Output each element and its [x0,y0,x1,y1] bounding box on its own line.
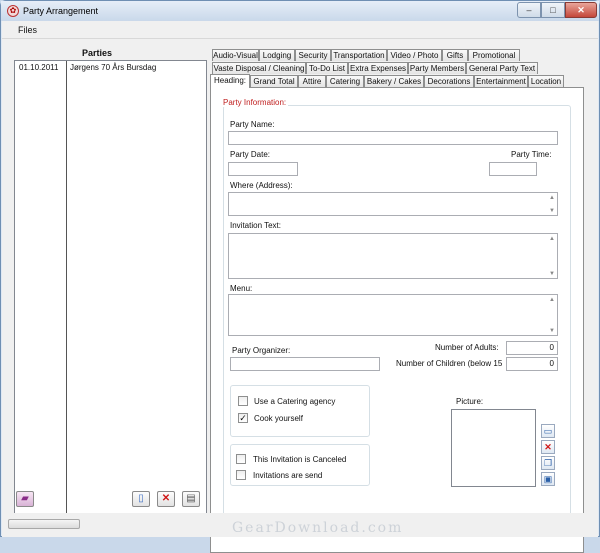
tab-decorations[interactable]: Decorations [424,75,474,87]
menu-files[interactable]: Files [18,25,37,35]
address-scrollbar[interactable]: ▲ ▼ [547,193,557,215]
tab-audio-visual[interactable]: Audio-Visual [212,49,259,61]
minimize-button[interactable]: – [517,2,541,18]
watermark: GearDownload.com [232,520,404,536]
menu-textarea[interactable]: ▲ ▼ [228,294,558,336]
catering-options-group [230,385,370,437]
tab-catering[interactable]: Catering [326,75,364,87]
party-date-label: Party Date: [230,150,271,159]
remove-picture-button[interactable]: ✕ [541,440,555,454]
invitations-sent-checkbox[interactable] [236,470,246,480]
picture-label: Picture: [456,397,484,406]
print-button[interactable]: ▤ [182,491,200,507]
party-row-date: 01.10.2011 [19,63,59,72]
party-row-name: Jørgens 70 Års Bursdag [70,63,157,72]
maximize-button[interactable]: □ [541,2,565,18]
tab-video-photo[interactable]: Video / Photo [387,49,442,61]
catering-agency-checkbox[interactable] [238,396,248,406]
menu-bar: Files [2,21,598,39]
column-separator [66,61,67,518]
new-party-button[interactable]: ▯ [132,491,150,507]
tab-security[interactable]: Security [295,49,331,61]
delete-party-button[interactable]: ✕ [157,491,175,507]
app-icon: ✿ [7,5,19,17]
children-input[interactable]: 0 [506,357,558,371]
paste-icon: ▣ [543,474,553,484]
open-picture-button[interactable]: ▭ [541,424,555,438]
canceled-label: This Invitation is Canceled [253,455,347,464]
checkmark-icon: ✓ [239,413,247,423]
main-window: ✿ Party Arrangement – □ ✕ Files Parties … [0,0,600,553]
new-document-icon: ▯ [138,493,144,504]
tab-general-party-text[interactable]: General Party Text [466,62,538,74]
tab-promotional[interactable]: Promotional [468,49,520,61]
invitation-text-scrollbar[interactable]: ▲ ▼ [547,234,557,278]
invitation-text-textarea[interactable]: ▲ ▼ [228,233,558,279]
children-label: Number of Children (below 15 [396,359,503,368]
canceled-checkbox[interactable] [236,454,246,464]
tab-bakery-cakes[interactable]: Bakery / Cakes [364,75,424,87]
book-icon: ▰ [21,493,29,504]
tab-waste-disposal[interactable]: Vaste Disposal / Cleaning [212,62,306,74]
party-name-label: Party Name: [230,120,275,129]
copy-picture-button[interactable]: ❐ [541,456,555,470]
adults-label: Number of Adults: [435,343,499,352]
title-bar: ✿ Party Arrangement – □ ✕ [1,1,599,21]
delete-x-icon: ✕ [161,493,171,504]
menu-label: Menu: [230,284,253,293]
tab-extra-expenses[interactable]: Extra Expenses [348,62,408,74]
picture-box[interactable] [451,409,536,487]
tab-attire[interactable]: Attire [298,75,326,87]
address-textarea[interactable]: ▲ ▼ [228,192,558,216]
status-progress-bar [8,519,80,529]
tab-grand-total[interactable]: Grand Total [250,75,298,87]
cook-yourself-label: Cook yourself [254,414,303,423]
party-organizer-label: Party Organizer: [232,346,291,355]
heading-panel: Party Information: Party Name: Party Dat… [210,87,584,553]
tab-to-do-list[interactable]: To-Do List [306,62,348,74]
tab-party-members[interactable]: Party Members [408,62,466,74]
tab-heading[interactable]: Heading: [210,74,250,88]
party-date-input[interactable] [228,162,298,176]
tab-transportation[interactable]: Transportation [331,49,387,61]
invitation-text-label: Invitation Text: [230,221,281,230]
status-bar: GearDownload.com [2,513,598,537]
tab-gifts[interactable]: Gifts [442,49,468,61]
open-folder-icon: ▭ [543,426,553,436]
party-organizer-input[interactable] [230,357,380,371]
paste-picture-button[interactable]: ▣ [541,472,555,486]
tab-location[interactable]: Location [528,75,564,87]
client-area: Parties 01.10.2011 Jørgens 70 Års Bursda… [2,39,598,553]
window-title: Party Arrangement [23,6,99,16]
copy-icon: ❐ [543,458,553,468]
address-label: Where (Address): [230,181,293,190]
party-row[interactable]: 01.10.2011 Jørgens 70 Års Bursdag [15,63,206,75]
cook-yourself-checkbox[interactable]: ✓ [238,413,248,423]
menu-scrollbar[interactable]: ▲ ▼ [547,295,557,335]
adults-input[interactable]: 0 [506,341,558,355]
add-party-button[interactable]: ▰ [16,491,34,507]
invitations-sent-label: Invitations are send [253,471,323,480]
close-button[interactable]: ✕ [565,2,597,18]
party-information-label: Party Information: [221,98,289,107]
catering-agency-label: Use a Catering agency [254,397,336,406]
parties-list[interactable]: 01.10.2011 Jørgens 70 Års Bursdag [14,60,207,519]
party-name-input[interactable] [228,131,558,145]
printer-icon: ▤ [186,493,196,504]
tab-entertainment[interactable]: Entertainment [474,75,528,87]
tab-lodging[interactable]: Lodging [259,49,295,61]
party-time-label: Party Time: [511,150,552,159]
parties-title: Parties [82,48,113,58]
delete-x-icon: ✕ [544,442,552,452]
party-time-input[interactable] [489,162,537,176]
